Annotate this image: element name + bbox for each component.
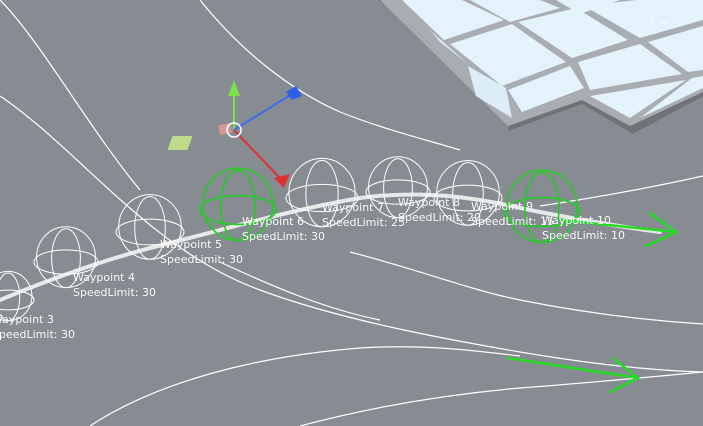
road-edge-line: [89, 346, 521, 426]
road-edge-line: [219, 261, 381, 321]
waypoint-name: Waypoint 5: [160, 238, 222, 251]
road-edge-line: [299, 371, 703, 426]
waypoint-name: Waypoint 8: [398, 196, 460, 209]
waypoint-speed-limit: SpeedLimit: 10: [542, 229, 625, 242]
z-axis-cone-icon[interactable]: [286, 86, 302, 100]
waypoint-label: Waypoint 8 SpeedLimit: 20: [398, 195, 481, 225]
scene-gizmo-corner[interactable]: ⇕ ≡: [648, 17, 668, 28]
waypoint-label: Waypoint 10 SpeedLimit: 10: [542, 213, 625, 243]
waypoint-speed-limit: SpeedLimit: 30: [160, 253, 243, 266]
waypoint-label: Waypoint 4 SpeedLimit: 30: [73, 270, 156, 300]
waypoint-name: Waypoint 3: [0, 313, 54, 326]
waypoint-name: Waypoint 7: [322, 201, 384, 214]
waypoint-label: Waypoint 7 SpeedLimit: 25: [322, 200, 405, 230]
waypoint-speed-limit: SpeedLimit: 20: [398, 211, 481, 224]
z-axis-handle[interactable]: [233, 93, 293, 131]
scene-viewport[interactable]: Waypoint 3 SpeedLimit: 30 Waypoint 4 SpeedL…: [0, 0, 703, 426]
waypoint-speed-limit: SpeedLimit: 30: [73, 286, 156, 299]
waypoint-speed-limit: SpeedLimit: 30: [0, 328, 75, 341]
road-edge-line: [0, 0, 141, 191]
waypoint-name: Waypoint 6: [242, 215, 304, 228]
xz-plane-handle[interactable]: [167, 136, 193, 150]
waypoint-name: Waypoint 9: [471, 200, 533, 213]
y-axis-cone-icon[interactable]: [228, 80, 240, 96]
waypoint-name: Waypoint 4: [73, 271, 135, 284]
road-edge-line: [539, 175, 703, 207]
waypoint-label: Waypoint 6 SpeedLimit: 30: [242, 214, 325, 244]
x-axis-cone-icon[interactable]: [274, 174, 290, 188]
waypoint-speed-limit: SpeedLimit: 25: [322, 216, 405, 229]
waypoint-name: Waypoint 10: [542, 214, 611, 227]
waypoint-label: Waypoint 3 SpeedLimit: 30: [0, 312, 75, 342]
waypoint-speed-limit: SpeedLimit: 30: [242, 230, 325, 243]
waypoint-label: Waypoint 5 SpeedLimit: 30: [160, 237, 243, 267]
road-edge-line: [349, 251, 703, 325]
